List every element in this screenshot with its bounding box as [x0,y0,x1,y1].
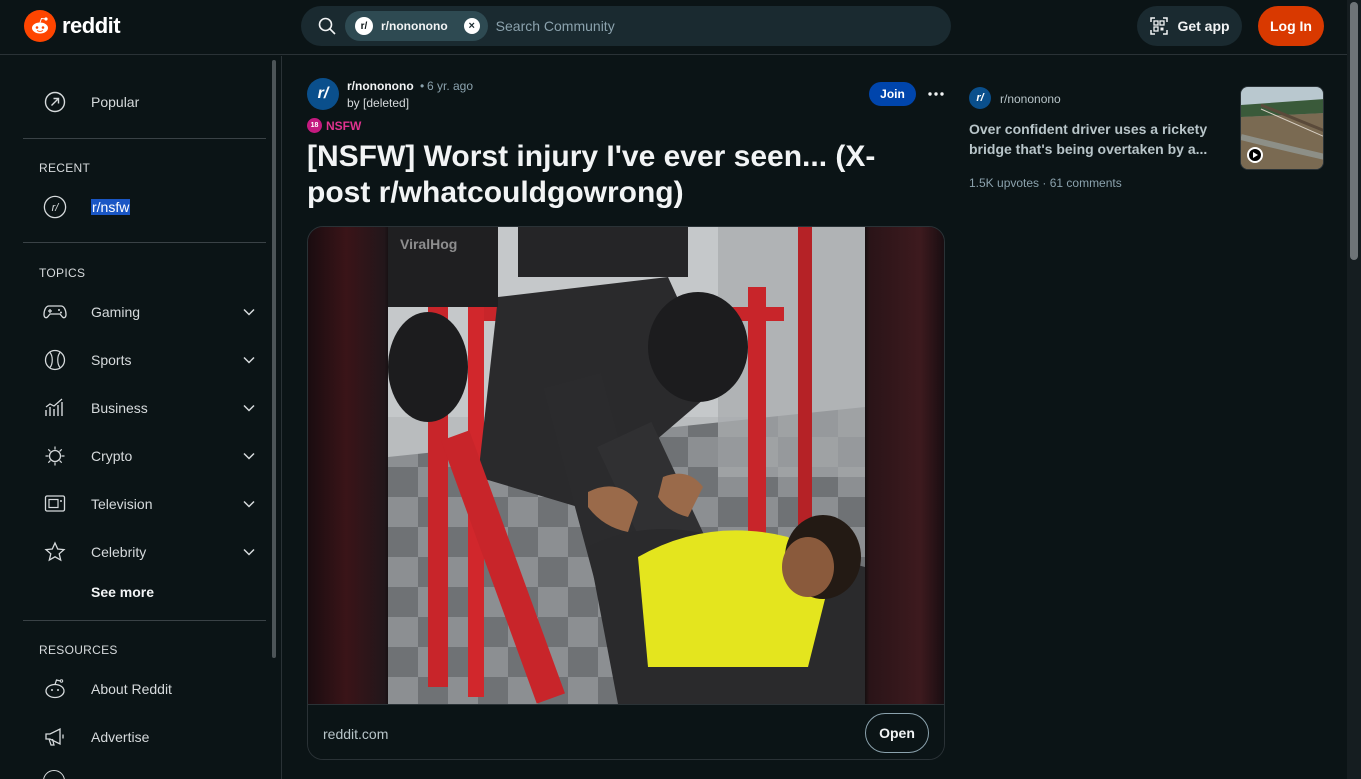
chevron-down-icon[interactable] [241,544,257,560]
nsfw-18-icon: 18 [307,118,322,133]
ball-icon [43,348,67,372]
reddit-wordmark: reddit [62,13,121,38]
sidebar-item-about-reddit[interactable]: About Reddit [23,669,265,709]
page-scrollbar-thumb[interactable] [1350,2,1358,260]
sidebar-item-celebrity[interactable]: Celebrity [23,532,265,572]
media-domain[interactable]: reddit.com [323,726,388,742]
related-post-title[interactable]: Over confident driver uses a rickety bri… [969,119,1209,159]
watermark-text: ViralHog [400,236,457,252]
meta-separator: • [420,79,425,93]
top-navigation-bar: reddit r/ r/nononono × Get app Log In [0,0,1347,55]
left-sidebar: Popular RECENT r/ r/nsfw TOPICS Gaming S… [16,56,282,779]
gym-scene-image: ViralHog [388,227,865,704]
reddit-alien-icon [24,10,56,42]
join-button[interactable]: Join [869,82,916,106]
sidebar-item-television[interactable]: Television [23,484,265,524]
sidebar-item-label: Gaming [91,304,141,320]
page-scrollbar[interactable] [1347,0,1361,779]
svg-text:r/: r/ [52,202,61,214]
login-button[interactable]: Log In [1258,6,1324,46]
more-options-icon[interactable] [923,82,949,106]
sidebar-item-business[interactable]: Business [23,388,265,428]
chevron-down-icon[interactable] [241,496,257,512]
play-icon [1247,147,1263,163]
nsfw-tag: 18 NSFW [307,118,361,133]
nsfw-label: NSFW [326,118,362,133]
community-avatar-icon: r/ [355,17,373,35]
post-timestamp: 6 yr. ago [427,79,474,93]
sidebar-item-label: Sports [91,352,132,368]
chevron-down-icon[interactable] [241,400,257,416]
popular-arrow-icon [43,90,67,114]
chevron-down-icon[interactable] [241,304,257,320]
chart-icon [43,396,67,420]
media-footer: reddit.com Open [308,704,944,759]
sidebar-item-crypto[interactable]: Crypto [23,436,265,476]
resources-heading: RESOURCES [39,643,118,657]
subreddit-avatar[interactable]: r/ [307,78,339,110]
sidebar-item-advertise[interactable]: Advertise [23,717,265,757]
recent-heading: RECENT [39,161,91,175]
post-media[interactable]: ViralHog reddit.com Open [307,226,945,760]
community-filter-chip: r/ r/nononono × [345,11,488,41]
megaphone-icon [43,725,67,749]
community-avatar-icon: r/ [43,195,67,219]
see-more-button[interactable]: See more [23,572,265,612]
sidebar-item-label: Advertise [91,729,150,745]
help-icon [43,770,65,779]
reddit-alien-icon [43,677,67,701]
sidebar-item-gaming[interactable]: Gaming [23,292,265,332]
sidebar-item-label: r/nsfw [91,199,131,215]
sidebar-divider [23,138,266,139]
subreddit-avatar[interactable]: r/ [969,87,991,109]
video-frame[interactable]: ViralHog [388,227,865,704]
sidebar-item-label: Crypto [91,448,133,464]
star-icon [43,540,67,564]
topics-heading: TOPICS [39,266,86,280]
gamepad-icon [43,300,67,324]
get-app-button[interactable]: Get app [1137,6,1242,46]
qr-code-icon [1150,17,1169,35]
crypto-icon [43,444,67,468]
see-more-label: See more [91,584,155,600]
sidebar-divider [23,242,266,243]
search-icon [318,17,336,35]
tv-icon [43,492,67,516]
reddit-logo[interactable]: reddit [24,10,121,42]
sidebar-item-label: Business [91,400,148,416]
related-post-meta: 1.5K upvotes · 61 comments [969,176,1122,190]
community-chip-label: r/nononono [381,19,448,33]
chevron-down-icon[interactable] [241,352,257,368]
sidebar-scrollbar[interactable] [272,60,276,658]
sidebar-item-popular[interactable]: Popular [23,82,265,122]
related-post-thumbnail[interactable] [1240,86,1324,170]
related-subreddit-link[interactable]: r/nononono [1000,92,1061,106]
get-app-label: Get app [1177,18,1230,34]
sidebar-item-label: Popular [91,94,140,110]
sidebar-item-label: About Reddit [91,681,172,697]
search-bar[interactable]: r/ r/nononono × [301,6,951,46]
sidebar-item-label: Television [91,496,153,512]
post-title[interactable]: [NSFW] Worst injury I've ever seen... (X… [307,139,907,211]
sidebar-divider [23,620,266,621]
sidebar-item-label: Celebrity [91,544,147,560]
post-author: by [deleted] [347,96,410,110]
search-input[interactable] [495,18,951,34]
subreddit-link[interactable]: r/nononono [347,79,414,93]
sidebar-item-r-nsfw[interactable]: r/ r/nsfw [23,187,265,227]
sidebar-item-sports[interactable]: Sports [23,340,265,380]
clear-community-icon[interactable]: × [463,18,480,34]
open-button[interactable]: Open [865,713,929,753]
chevron-down-icon[interactable] [241,448,257,464]
